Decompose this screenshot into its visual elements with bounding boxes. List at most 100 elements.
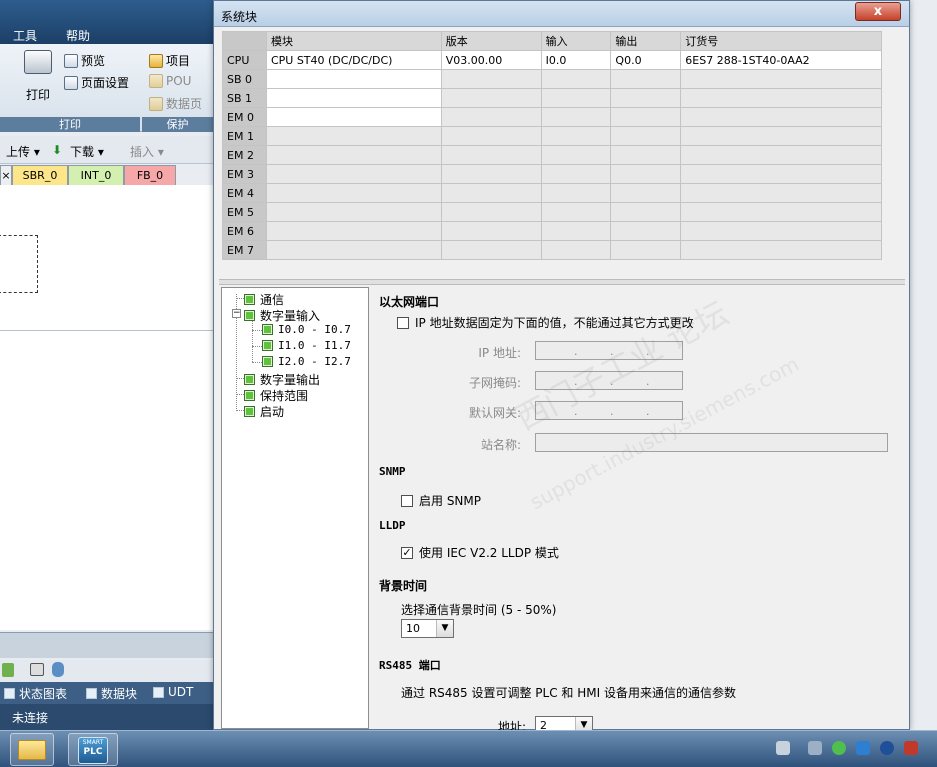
tree-item-di-2[interactable]: I2.0 - I2.7 <box>262 355 351 368</box>
output-cell[interactable] <box>610 183 682 203</box>
tree-item-retain[interactable]: 保持范围 <box>244 387 308 404</box>
insert-button[interactable]: 插入 ▾ <box>130 143 164 160</box>
order-cell[interactable] <box>680 145 882 165</box>
order-cell[interactable] <box>680 69 882 89</box>
table-row[interactable]: EM 3 <box>222 164 882 184</box>
table-row[interactable]: EM 0 <box>222 107 882 127</box>
protect-pou-button[interactable]: POU <box>149 74 191 88</box>
checkbox-box[interactable] <box>397 316 409 329</box>
module-cell[interactable] <box>265 221 442 241</box>
version-cell[interactable] <box>440 183 542 203</box>
table-row[interactable]: EM 7 <box>222 240 882 260</box>
bluetooth-icon[interactable] <box>880 741 894 755</box>
dialog-titlebar[interactable]: 系统块 x <box>214 1 909 27</box>
print-button[interactable]: 打印 <box>26 86 50 103</box>
background-time-select[interactable]: 10 ▼ <box>401 619 454 638</box>
lldp-checkbox[interactable]: ✓ 使用 IEC V2.2 LLDP 模式 <box>401 544 559 561</box>
output-cell[interactable] <box>610 221 682 241</box>
version-cell[interactable] <box>440 126 542 146</box>
station-name-field[interactable] <box>535 433 888 452</box>
input-cell[interactable] <box>540 202 612 222</box>
order-cell[interactable] <box>680 164 882 184</box>
green-tray-icon[interactable] <box>832 741 846 755</box>
version-cell[interactable] <box>440 145 542 165</box>
checkbox-box[interactable] <box>401 494 413 507</box>
input-cell[interactable]: I0.0 <box>540 50 612 70</box>
module-cell[interactable] <box>265 164 442 184</box>
table-row[interactable]: CPU CPU ST40 (DC/DC/DC) V03.00.00 I0.0 Q0.0 6… <box>222 50 882 70</box>
module-cell[interactable] <box>265 107 442 127</box>
data-block-tab[interactable]: 数据块 <box>86 685 137 702</box>
page-setup-button[interactable]: 页面设置 <box>64 74 129 91</box>
horizontal-splitter[interactable] <box>219 279 905 285</box>
status-chart-tab[interactable]: 状态图表 <box>4 685 67 702</box>
version-cell[interactable] <box>440 69 542 89</box>
order-cell[interactable] <box>680 88 882 108</box>
input-cell[interactable] <box>540 240 612 260</box>
output-cell[interactable] <box>610 107 682 127</box>
udt-tab[interactable]: UDT <box>153 685 193 699</box>
tree-item-digital-output[interactable]: 数字量输出 <box>244 371 320 388</box>
order-cell[interactable]: 6ES7 288-1ST40-0AA2 <box>680 50 882 70</box>
module-cell[interactable] <box>265 240 442 260</box>
output-cell[interactable] <box>610 69 682 89</box>
module-cell[interactable] <box>265 145 442 165</box>
module-cell[interactable]: CPU ST40 (DC/DC/DC) <box>265 50 442 70</box>
download-button[interactable]: 下载 ▾ <box>70 143 104 160</box>
input-cell[interactable] <box>540 69 612 89</box>
table-row[interactable]: EM 5 <box>222 202 882 222</box>
input-cell[interactable] <box>540 88 612 108</box>
output-cell[interactable] <box>610 145 682 165</box>
table-row[interactable]: SB 1 <box>222 88 882 108</box>
order-cell[interactable] <box>680 240 882 260</box>
camera-icon[interactable] <box>30 663 44 676</box>
version-cell[interactable] <box>440 107 542 127</box>
chevron-down-icon[interactable]: ▼ <box>436 620 453 637</box>
table-row[interactable]: EM 6 <box>222 221 882 241</box>
module-cell[interactable] <box>265 126 442 146</box>
keyboard-icon[interactable] <box>776 741 790 755</box>
gateway-field[interactable]: ... <box>535 401 683 420</box>
version-cell[interactable] <box>440 202 542 222</box>
output-cell[interactable] <box>610 88 682 108</box>
program-editor[interactable] <box>0 185 213 630</box>
printer-icon[interactable] <box>24 50 52 74</box>
address-select[interactable]: 2 ▼ <box>535 716 593 734</box>
ip-fixed-checkbox[interactable]: IP 地址数据固定为下面的值，不能通过其它方式更改 <box>397 314 694 331</box>
tree-item-startup[interactable]: 启动 <box>244 403 284 420</box>
ip-address-field[interactable]: ... <box>535 341 683 360</box>
database-icon[interactable] <box>52 662 64 677</box>
module-cell[interactable] <box>265 69 442 89</box>
tree-item-di-1[interactable]: I1.0 - I1.7 <box>262 339 351 352</box>
tree-item-di-0[interactable]: I0.0 - I0.7 <box>262 323 351 336</box>
version-cell[interactable] <box>440 164 542 184</box>
table-row[interactable]: SB 0 <box>222 69 882 89</box>
snmp-enable-checkbox[interactable]: 启用 SNMP <box>401 492 481 509</box>
step7-smart-taskbar-button[interactable]: SMART PLC <box>68 733 118 766</box>
module-cell[interactable] <box>265 202 442 222</box>
tab-int0[interactable]: INT_0 <box>68 165 124 185</box>
order-cell[interactable] <box>680 126 882 146</box>
output-cell[interactable]: Q0.0 <box>610 50 682 70</box>
version-cell[interactable] <box>440 88 542 108</box>
module-cell[interactable] <box>265 88 442 108</box>
tab-close-icon[interactable]: × <box>0 165 12 185</box>
security-tray-icon[interactable] <box>904 741 918 755</box>
input-cell[interactable] <box>540 145 612 165</box>
input-cell[interactable] <box>540 221 612 241</box>
order-cell[interactable] <box>680 107 882 127</box>
network-box[interactable] <box>0 235 38 293</box>
close-button[interactable]: x <box>855 2 901 21</box>
input-cell[interactable] <box>540 164 612 184</box>
tool-icon[interactable] <box>2 663 14 677</box>
version-cell[interactable]: V03.00.00 <box>440 50 542 70</box>
input-cell[interactable] <box>540 183 612 203</box>
order-cell[interactable] <box>680 221 882 241</box>
upload-button[interactable]: 上传 ▾ <box>6 143 40 160</box>
explorer-taskbar-button[interactable] <box>10 733 54 766</box>
input-cell[interactable] <box>540 126 612 146</box>
tree-item-comm[interactable]: 通信 <box>244 291 284 308</box>
protect-project-button[interactable]: 项目 <box>149 52 190 69</box>
table-row[interactable]: EM 1 <box>222 126 882 146</box>
version-cell[interactable] <box>440 240 542 260</box>
